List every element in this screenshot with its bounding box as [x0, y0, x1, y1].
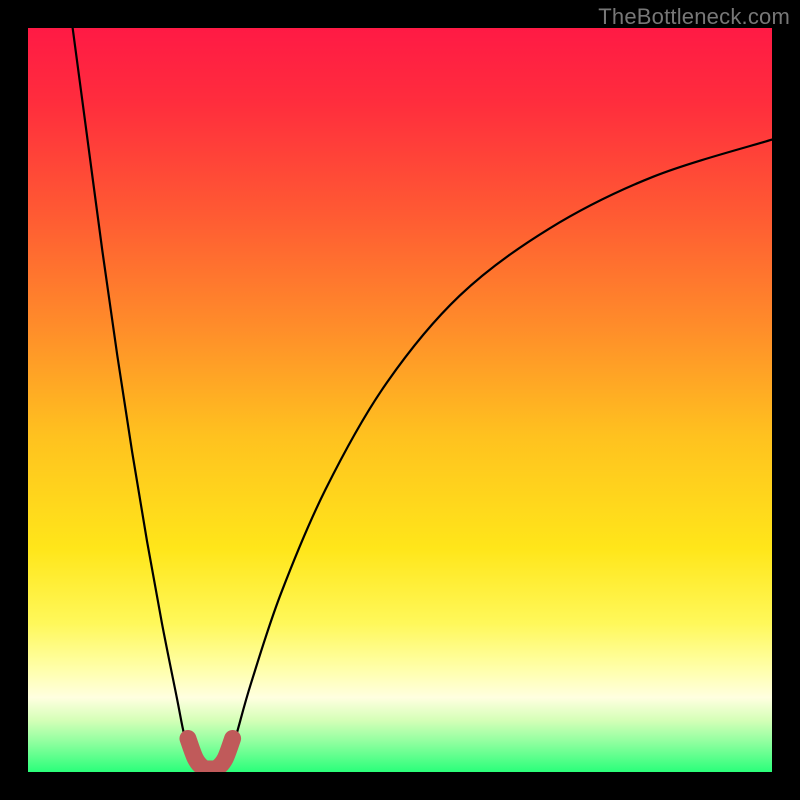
chart-plot — [28, 28, 772, 772]
outer-frame: TheBottleneck.com — [0, 0, 800, 800]
watermark-text: TheBottleneck.com — [598, 4, 790, 30]
chart-background — [28, 28, 772, 772]
